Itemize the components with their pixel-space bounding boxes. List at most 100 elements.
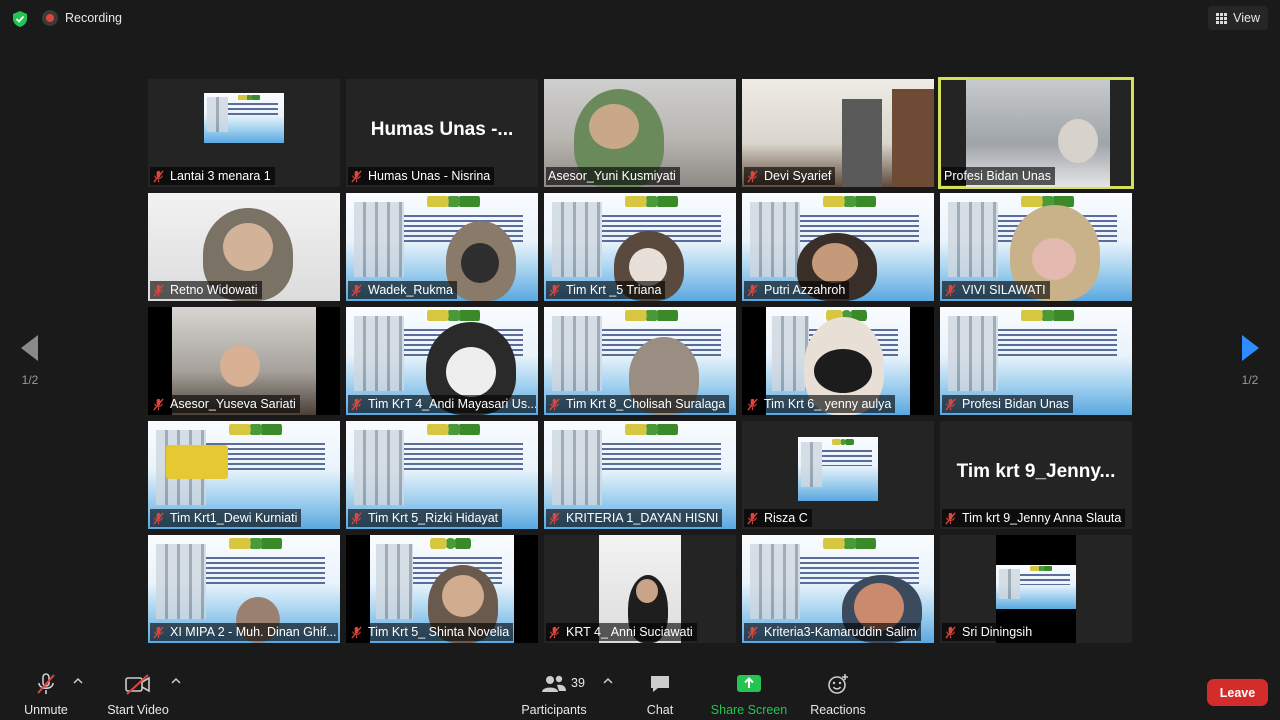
participant-name: Tim Krt1_Dewi Kurniati — [170, 511, 298, 525]
participant-name: XI MIPA 2 - Muh. Dinan Ghif... — [170, 625, 337, 639]
video-options-chevron-up-icon[interactable] — [170, 675, 182, 687]
participant-tile[interactable]: Retno Widowati — [148, 193, 340, 301]
participant-tile[interactable]: Wadek_Rukma — [346, 193, 538, 301]
participant-tile[interactable]: Lantai 3 menara 1 — [148, 79, 340, 187]
participant-name: VIVI SILAWATI — [962, 283, 1046, 297]
participant-label: Devi Syarief — [744, 167, 836, 185]
participant-tile[interactable]: Tim Krt 5_ Shinta Novelia — [346, 535, 538, 643]
share-screen-arrow-icon — [737, 675, 761, 692]
participant-label: VIVI SILAWATI — [942, 281, 1050, 299]
grid-view-icon — [1216, 12, 1228, 24]
mic-muted-icon — [747, 398, 758, 410]
chevron-right-icon — [1242, 335, 1259, 361]
chat-label: Chat — [646, 703, 674, 717]
participant-label: Kriteria3-Kamaruddin Salim — [744, 623, 921, 641]
participant-tile[interactable]: Profesi Bidan Unas — [940, 307, 1132, 415]
participant-face — [1058, 119, 1098, 163]
shared-slide-thumbnail — [996, 565, 1076, 609]
mic-muted-icon — [549, 284, 560, 296]
audio-options-chevron-up-icon[interactable] — [72, 675, 84, 687]
participant-tile[interactable]: Putri Azzahroh — [742, 193, 934, 301]
participant-tile[interactable]: Asesor_Yuseva Sariati — [148, 307, 340, 415]
mic-muted-icon — [549, 626, 560, 638]
participant-label: XI MIPA 2 - Muh. Dinan Ghif... — [150, 623, 338, 641]
participant-tile[interactable]: Asesor_Yuni Kusmiyati — [544, 79, 736, 187]
previous-page-button[interactable]: 1/2 — [10, 335, 50, 387]
next-page-button[interactable]: 1/2 — [1230, 335, 1270, 387]
participant-label: Tim Krt 8_Cholisah Suralaga — [546, 395, 730, 413]
participant-name: Tim Krt 8_Cholisah Suralaga — [566, 397, 726, 411]
mic-muted-icon — [747, 626, 758, 638]
participant-label: Humas Unas - Nisrina — [348, 167, 495, 185]
recording-dot-icon — [42, 10, 58, 26]
start-video-label: Start Video — [107, 703, 169, 717]
participant-name: Tim Krt 5_Rizki Hidayat — [368, 511, 499, 525]
participant-label: Tim Krt1_Dewi Kurniati — [150, 509, 302, 527]
participant-name: Profesi Bidan Unas — [944, 169, 1052, 183]
participant-name: Putri Azzahroh — [764, 283, 846, 297]
participant-name: Asesor_Yuseva Sariati — [170, 397, 296, 411]
participant-label: KRITERIA 1_DAYAN HISNI — [546, 509, 723, 527]
participant-label: Putri Azzahroh — [744, 281, 850, 299]
participant-face — [812, 243, 858, 283]
participant-tile[interactable]: Tim Krt 6_ yenny aulya — [742, 307, 934, 415]
participant-tile[interactable]: VIVI SILAWATI — [940, 193, 1132, 301]
mic-muted-icon — [747, 170, 758, 182]
participant-tile[interactable]: Tim Krt1_Dewi Kurniati — [148, 421, 340, 529]
participant-tile-active-speaker[interactable]: Profesi Bidan Unas — [938, 77, 1134, 189]
participant-tile[interactable]: Kriteria3-Kamaruddin Salim — [742, 535, 934, 643]
participant-name: KRITERIA 1_DAYAN HISNI — [566, 511, 719, 525]
mic-muted-icon — [351, 398, 362, 410]
participant-tile[interactable]: Tim krt 9_Jenny... Tim krt 9_Jenny Anna … — [940, 421, 1132, 529]
participant-tile[interactable]: Tim Krt 8_Cholisah Suralaga — [544, 307, 736, 415]
unmute-button[interactable]: Unmute — [23, 672, 69, 717]
top-bar: Recording View — [0, 0, 1280, 38]
mic-muted-icon — [747, 284, 758, 296]
participant-label: Tim Krt 5_Rizki Hidayat — [348, 509, 503, 527]
participant-tile[interactable]: Humas Unas -... Humas Unas - Nisrina — [346, 79, 538, 187]
participant-tile[interactable]: Sri Diningsih — [940, 535, 1132, 643]
participant-label: Tim Krt 6_ yenny aulya — [744, 395, 896, 413]
participant-name: Retno Widowati — [170, 283, 258, 297]
participant-tile[interactable]: KRT 4_ Anni Suciawati — [544, 535, 736, 643]
chat-button[interactable]: Chat — [644, 672, 676, 717]
participant-label: KRT 4_ Anni Suciawati — [546, 623, 697, 641]
mic-muted-icon — [945, 398, 956, 410]
participant-tile[interactable]: Tim Krt _5 Triana — [544, 193, 736, 301]
participant-face — [1032, 238, 1076, 280]
participants-count: 39 — [571, 676, 585, 690]
reactions-button[interactable]: Reactions — [810, 672, 866, 717]
participant-tile[interactable]: Tim KrT 4_Andi Mayasari Us... — [346, 307, 538, 415]
mic-muted-icon — [153, 398, 164, 410]
share-screen-button[interactable]: Share Screen — [711, 672, 787, 717]
participant-name: Tim krt 9_Jenny Anna Slauta — [962, 511, 1122, 525]
participant-name: Wadek_Rukma — [368, 283, 453, 297]
participants-label: Participants — [521, 703, 587, 717]
video-camera-off-icon — [125, 674, 150, 695]
reactions-smiley-icon — [828, 674, 848, 694]
participant-face — [220, 345, 260, 387]
participant-label: Tim KrT 4_Andi Mayasari Us... — [348, 395, 536, 413]
view-button[interactable]: View — [1208, 6, 1268, 30]
participants-options-chevron-up-icon[interactable] — [602, 675, 614, 687]
mic-muted-icon — [747, 512, 758, 524]
participant-tile[interactable]: KRITERIA 1_DAYAN HISNI — [544, 421, 736, 529]
participant-face — [442, 575, 484, 617]
participant-tile[interactable]: XI MIPA 2 - Muh. Dinan Ghif... — [148, 535, 340, 643]
video-gallery: Lantai 3 menara 1 Humas Unas -... Humas … — [148, 77, 1134, 643]
participant-label: Wadek_Rukma — [348, 281, 457, 299]
start-video-button[interactable]: Start Video — [106, 672, 170, 717]
participant-face — [814, 349, 872, 393]
leave-button[interactable]: Leave — [1207, 679, 1268, 706]
participant-tile[interactable]: Risza C — [742, 421, 934, 529]
participant-display-name: Tim krt 9_Jenny... — [956, 461, 1116, 482]
shield-check-icon[interactable] — [11, 10, 29, 28]
participant-display-name: Humas Unas -... — [370, 119, 514, 140]
participant-tile[interactable]: Tim Krt 5_Rizki Hidayat — [346, 421, 538, 529]
sticky-note-overlay — [166, 445, 228, 479]
mic-muted-icon — [351, 284, 362, 296]
participant-face — [446, 347, 496, 397]
participant-face — [223, 223, 273, 271]
participant-tile[interactable]: Devi Syarief — [742, 79, 934, 187]
recording-indicator[interactable]: Recording — [42, 10, 122, 26]
